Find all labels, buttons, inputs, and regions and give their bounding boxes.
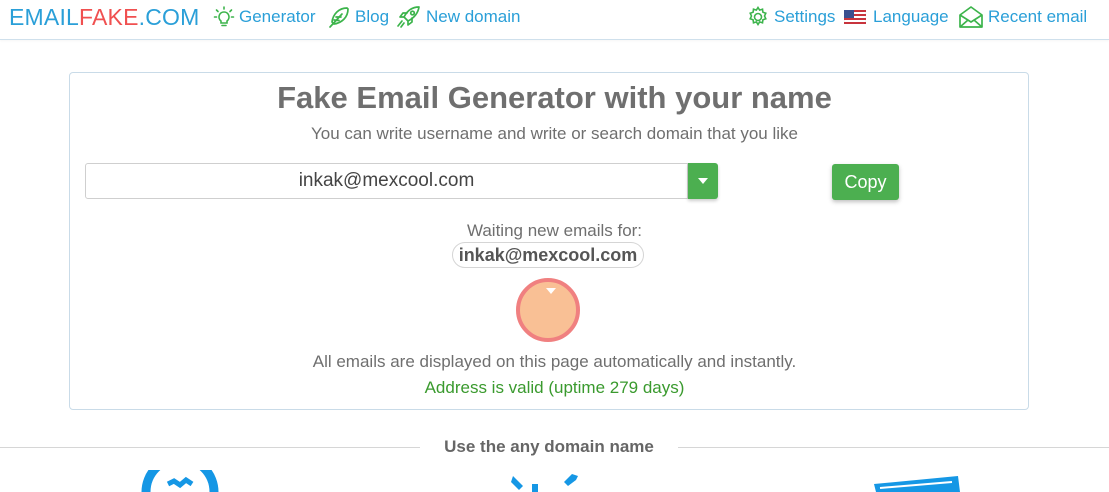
brand-part-com: .COM [138, 4, 200, 30]
waiting-label: Waiting new emails for: [466, 221, 643, 240]
page-subtitle: You can write username and write or sear… [311, 124, 798, 143]
lightbulb-icon [213, 6, 235, 27]
loading-indicator [516, 278, 580, 342]
brand-part-email: EMAIL [9, 4, 80, 30]
section-divider-right [678, 447, 1109, 448]
page-title: Fake Email Generator with your name [277, 80, 832, 115]
globe-feature-icon [141, 470, 219, 492]
nav-new-domain-link[interactable]: New domain [396, 5, 521, 29]
nav-settings-link[interactable]: Settings [746, 5, 835, 29]
nav-generator-label: Generator [239, 7, 316, 26]
nav-recent-email-label: Recent email [988, 7, 1088, 26]
loader-arrow-icon [546, 288, 556, 294]
section-divider-left [0, 447, 420, 448]
envelope-icon [959, 6, 983, 28]
rocket-icon [397, 6, 420, 28]
email-address-input[interactable] [85, 163, 688, 199]
nav-generator-link[interactable]: Generator [213, 5, 316, 29]
brand-part-fake: FAKE [79, 4, 139, 30]
nav-language-label: Language [873, 7, 949, 26]
copy-button[interactable]: Copy [832, 164, 899, 200]
tools-feature-icon [511, 474, 578, 492]
nav-blog-label: Blog [355, 7, 390, 26]
nav-settings-label: Settings [774, 7, 836, 26]
nav-new-domain-label: New domain [426, 7, 521, 26]
nav-recent-email-link[interactable]: Recent email [958, 5, 1087, 29]
brand-logo-link[interactable]: EMAILFAKE.COM [9, 4, 200, 30]
us-flag-icon [844, 10, 866, 24]
section-title: Use the any domain name [420, 437, 678, 457]
gear-icon [749, 5, 767, 27]
top-navbar: EMAILFAKE.COM Generator Blog New domain … [0, 0, 1109, 40]
current-email-badge: inkak@mexcool.com [452, 242, 644, 268]
address-valid-status: Address is valid (uptime 279 days) [424, 378, 685, 397]
info-text: All emails are displayed on this page au… [312, 352, 797, 371]
nav-blog-link[interactable]: Blog [327, 5, 389, 29]
nav-language-link[interactable]: Language [844, 5, 949, 29]
domain-dropdown-button[interactable] [688, 163, 718, 199]
caret-down-icon [698, 178, 708, 184]
ticket-feature-icon [874, 476, 960, 492]
feather-icon [329, 7, 349, 28]
